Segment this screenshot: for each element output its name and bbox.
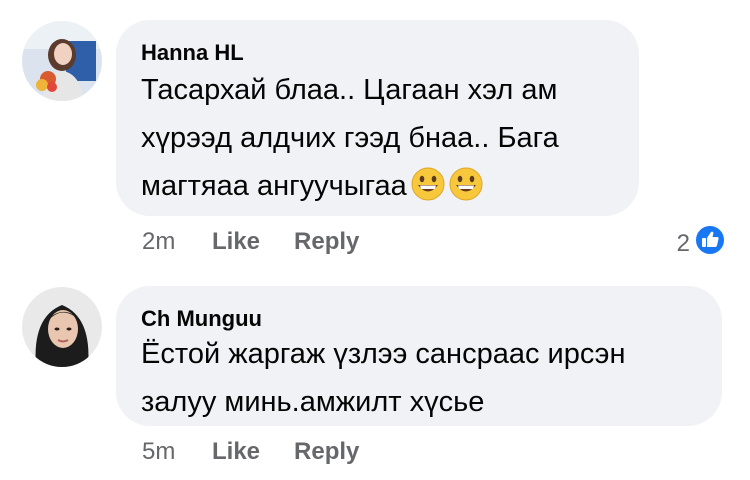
- reply-button[interactable]: Reply: [294, 228, 359, 256]
- reply-button[interactable]: Reply: [294, 438, 359, 466]
- comment-actions: 5m Like Reply: [142, 438, 393, 466]
- comment-actions: 2m Like Reply: [142, 228, 393, 256]
- comment-author[interactable]: Ch Munguu: [141, 306, 262, 332]
- reaction-count: 2: [676, 229, 690, 257]
- reaction-summary[interactable]: 2: [677, 224, 726, 263]
- comment-text-body: Тасархай блаа.. Цагаан хэл ам хүрээд алд…: [141, 74, 559, 202]
- grinning-face-icon: [449, 167, 483, 216]
- comment-bubble: Ch Munguu Ёстой жаргаж үзлээ сансраас ир…: [116, 286, 722, 426]
- like-icon: [694, 224, 726, 263]
- comment-bubble: Hanna HL Тасархай блаа.. Цагаан хэл ам х…: [116, 20, 639, 216]
- avatar[interactable]: [22, 21, 102, 101]
- comment-timestamp[interactable]: 2m: [142, 228, 212, 256]
- grinning-face-icon: [411, 167, 445, 216]
- comment-text: Тасархай блаа.. Цагаан хэл ам хүрээд алд…: [141, 66, 559, 216]
- avatar[interactable]: [22, 287, 102, 367]
- like-button[interactable]: Like: [212, 438, 260, 466]
- comment-text: Ёстой жаргаж үзлээ сансраас ирсэн залуу …: [141, 338, 626, 418]
- comment-timestamp[interactable]: 5m: [142, 438, 212, 466]
- comment-author[interactable]: Hanna HL: [141, 40, 244, 66]
- like-button[interactable]: Like: [212, 228, 260, 256]
